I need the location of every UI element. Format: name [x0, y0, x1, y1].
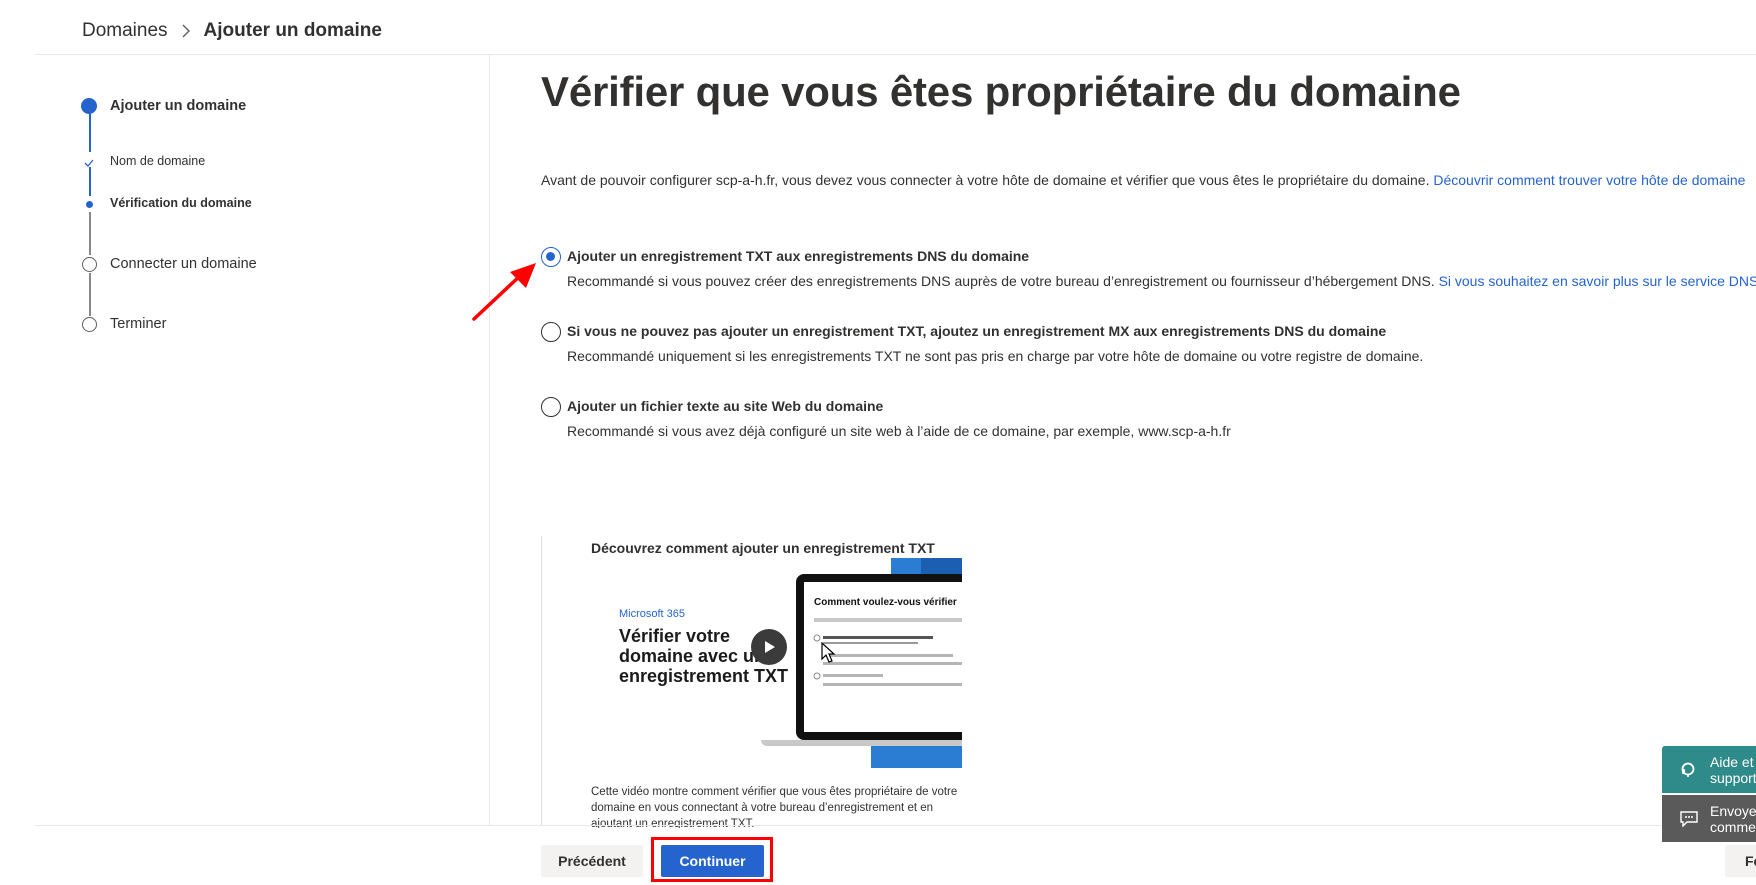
page-title: Vérifier que vous êtes propriétaire du d… [541, 68, 1461, 115]
help-label: Aide et support [1710, 753, 1756, 786]
annotation-arrow-icon [472, 263, 536, 321]
laptop-illustration: Comment voulez-vous vérifier [796, 574, 962, 740]
step-connector [89, 273, 91, 316]
radio-mx-record[interactable] [541, 322, 561, 342]
feedback-label: Envoyer des commentaires [1710, 803, 1756, 835]
step-domain-name: Nom de domaine [110, 154, 206, 168]
laptop-screen: Comment voulez-vous vérifier [804, 582, 962, 732]
feedback-line: commentaires [1710, 818, 1756, 835]
intro-body: Avant de pouvoir configurer scp-a-h.fr, … [541, 172, 1434, 188]
option-description-text: Recommandé si vous pouvez créer des enre… [567, 273, 1439, 289]
video-title: Découvrez comment ajouter un enregistrem… [591, 540, 935, 556]
feedback-line: Envoyer des [1710, 802, 1756, 819]
previous-button[interactable]: Précédent [541, 845, 643, 877]
option-description: Recommandé si vous pouvez créer des enre… [567, 273, 1756, 289]
option-title: Ajouter un fichier texte au site Web du … [567, 398, 884, 414]
option-description: Recommandé si vous avez déjà configuré u… [567, 423, 1231, 439]
play-icon [765, 641, 775, 653]
intro-text: Avant de pouvoir configurer scp-a-h.fr, … [541, 172, 1745, 188]
step-current-dot-icon [81, 98, 97, 114]
option-description: Recommandé uniquement si les enregistrem… [567, 348, 1424, 364]
step-pending-circle-icon [82, 257, 97, 272]
step-pending-circle-icon [82, 317, 97, 332]
step-current-dot-icon [86, 201, 93, 208]
help-support-button[interactable]: Aide et support [1662, 746, 1756, 793]
step-connector [89, 167, 91, 196]
step-domain-verification: Vérification du domaine [110, 196, 252, 210]
step-connect-domain: Connecter un domaine [110, 256, 257, 272]
dns-learn-more-link[interactable]: Si vous souhaitez en savoir plus sur le … [1439, 273, 1756, 289]
decor-tile [921, 558, 962, 574]
radio-text-file[interactable] [541, 397, 561, 417]
thumb-headline-line: enregistrement TXT [619, 666, 789, 686]
step-finish: Terminer [110, 316, 167, 332]
footer-divider [34, 825, 1756, 826]
find-domain-host-link[interactable]: Découvrir comment trouver votre hôte de … [1433, 172, 1745, 188]
chevron-right-icon [181, 23, 191, 39]
play-button[interactable] [751, 629, 787, 665]
breadcrumb: Domaines Ajouter un domaine [82, 20, 382, 42]
breadcrumb-current: Ajouter un domaine [203, 20, 382, 41]
option-title: Ajouter un enregistrement TXT aux enregi… [567, 248, 1030, 264]
video-card: Découvrez comment ajouter un enregistrem… [541, 536, 962, 828]
cursor-icon [821, 642, 836, 663]
headset-icon [1680, 762, 1696, 778]
decor-tile [891, 558, 921, 574]
step-add-domain: Ajouter un domaine [110, 98, 247, 114]
step-connector [89, 114, 91, 152]
feedback-button[interactable]: Envoyer des commentaires [1662, 795, 1756, 842]
radio-txt-record[interactable] [541, 247, 561, 267]
wizard-stepper: Ajouter un domaine Nom de domaine Vérifi… [0, 55, 490, 825]
decor-tile [871, 746, 962, 768]
breadcrumb-domains-link[interactable]: Domaines [82, 20, 168, 42]
video-caption: Cette vidéo montre comment vérifier que … [591, 786, 958, 828]
thumb-brand: Microsoft 365 [619, 608, 686, 620]
continue-button[interactable]: Continuer [661, 845, 764, 877]
option-title: Si vous ne pouvez pas ajouter un enregis… [567, 323, 1387, 339]
step-connector [89, 212, 91, 255]
comment-icon [1680, 810, 1698, 827]
close-button[interactable]: Fermer [1725, 845, 1756, 877]
laptop-base [761, 740, 962, 746]
video-thumbnail[interactable]: Microsoft 365 Vérifier votre domaine ave… [591, 558, 962, 768]
